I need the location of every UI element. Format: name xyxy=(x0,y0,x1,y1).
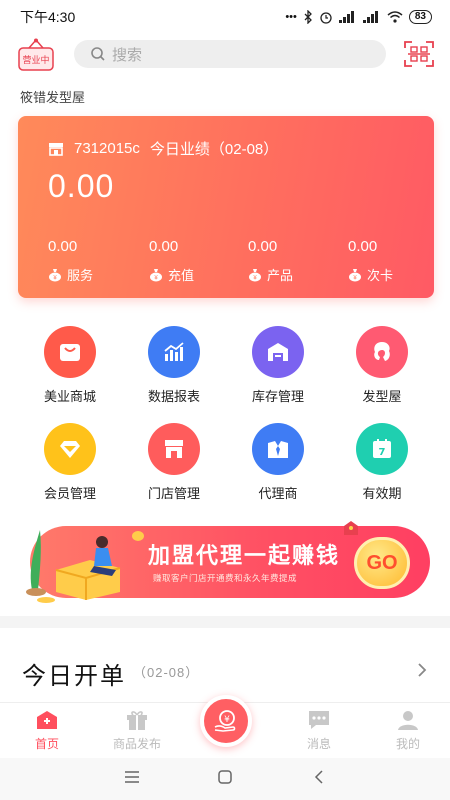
performance-total: 0.00 xyxy=(48,168,115,204)
open-sign-icon[interactable]: 营业中 xyxy=(17,38,55,74)
tab-profile[interactable]: 我的 xyxy=(373,709,443,752)
chevron-right-icon[interactable] xyxy=(414,660,430,680)
menu-label: 发型屋 xyxy=(362,389,402,404)
performance-stats: 0.00 ¥ 服务 0.00 ¥ 充值 0.00 ¥ 产品 0.00 ¥ 次卡 xyxy=(18,238,434,284)
header: 营业中 搜索 xyxy=(0,36,450,74)
system-navigation-bar xyxy=(0,758,450,800)
today-orders-date: （02-08） xyxy=(133,665,200,680)
banner-illustration xyxy=(26,530,144,603)
menu-label: 库存管理 xyxy=(251,389,304,404)
menu-label: 会员管理 xyxy=(43,486,96,501)
status-time: 下午4:30 xyxy=(20,9,76,25)
menu-label: 门店管理 xyxy=(147,486,200,501)
store-name: 筱错发型屋 xyxy=(20,90,86,105)
warehouse-icon xyxy=(252,326,304,378)
search-placeholder: 搜索 xyxy=(112,46,143,64)
tab-label: 消息 xyxy=(306,737,331,751)
battery-indicator: 83 xyxy=(408,10,432,24)
cashier-button[interactable]: ¥ xyxy=(200,695,252,747)
tab-label: 首页 xyxy=(34,737,59,751)
go-button[interactable]: GO xyxy=(354,537,410,589)
menu-stores[interactable]: 门店管理 xyxy=(122,423,226,502)
money-bag-icon: ¥ xyxy=(150,268,162,281)
menu-reports[interactable]: 数据报表 xyxy=(122,326,226,405)
banner-subtitle: 赚取客户门店开通费和永久年费提成 xyxy=(153,573,298,583)
stat-label: 产品 xyxy=(267,268,294,283)
signal-hd-icon xyxy=(362,11,378,23)
chart-icon xyxy=(148,326,200,378)
status-bar: 下午4:30 ••• 83 xyxy=(0,0,450,34)
open-sign-text: 营业中 xyxy=(22,54,49,66)
banner-title: 加盟代理一起赚钱 xyxy=(148,543,341,568)
wifi-icon xyxy=(387,11,403,23)
money-bag-icon: ¥ xyxy=(249,268,261,281)
user-icon xyxy=(398,711,418,730)
calendar-icon: 7 xyxy=(356,423,408,475)
search-icon xyxy=(91,47,105,61)
performance-header: 7312015c 今日业绩（02-08） xyxy=(48,138,278,159)
stat-label: 充值 xyxy=(168,268,195,283)
money-bag-icon: ¥ xyxy=(49,268,61,281)
agent-promo-banner[interactable]: 加盟代理一起赚钱 赚取客户门店开通费和永久年费提成 GO xyxy=(20,520,430,604)
performance-card[interactable]: 7312015c 今日业绩（02-08） 0.00 0.00 ¥ 服务 0.00 … xyxy=(18,116,434,298)
menu-label: 数据报表 xyxy=(147,389,200,404)
storefront-icon xyxy=(49,142,63,156)
menu-hairstyle[interactable]: 发型屋 xyxy=(330,326,434,405)
tab-home[interactable]: 首页 xyxy=(12,709,82,752)
menu-validity[interactable]: 7 有效期 xyxy=(330,423,434,502)
menu-agents[interactable]: 代理商 xyxy=(226,423,330,502)
menu-mall[interactable]: 美业商城 xyxy=(18,326,122,405)
stat-recharge: 0.00 ¥ 充值 xyxy=(122,238,226,284)
message-icon xyxy=(309,711,329,729)
menu-label: 代理商 xyxy=(258,486,298,501)
menu-members[interactable]: 会员管理 xyxy=(18,423,122,502)
menu-nav-icon[interactable] xyxy=(124,770,140,789)
svg-text:¥: ¥ xyxy=(224,715,230,725)
stat-label: 服务 xyxy=(67,268,94,283)
scan-qr-icon[interactable] xyxy=(404,41,434,67)
money-bag-icon: ¥ xyxy=(349,268,361,281)
performance-title: 今日业绩（02-08） xyxy=(149,141,279,158)
home-nav-icon[interactable] xyxy=(218,770,232,789)
store-id: 7312015c xyxy=(74,140,140,157)
menu-label: 美业商城 xyxy=(43,389,96,404)
diamond-icon xyxy=(44,423,96,475)
gift-icon xyxy=(127,711,147,730)
alarm-icon xyxy=(320,12,332,24)
status-icons: ••• 83 xyxy=(285,10,432,24)
stat-value: 0.00 xyxy=(248,238,278,255)
section-divider xyxy=(0,616,450,628)
tab-label: 商品发布 xyxy=(112,737,161,751)
search-input[interactable]: 搜索 xyxy=(74,40,386,68)
stat-product: 0.00 ¥ 产品 xyxy=(226,238,330,284)
stat-value: 0.00 xyxy=(348,238,378,255)
stat-value: 0.00 xyxy=(149,238,179,255)
shopping-bag-icon xyxy=(44,326,96,378)
tab-product-publish[interactable]: 商品发布 xyxy=(102,709,172,752)
home-icon xyxy=(37,711,57,729)
store-icon xyxy=(148,423,200,475)
go-label: GO xyxy=(366,551,398,574)
red-envelope-icon xyxy=(344,521,358,535)
more-dots-icon: ••• xyxy=(285,11,297,23)
bluetooth-icon xyxy=(304,10,312,24)
stat-service: 0.00 ¥ 服务 xyxy=(18,238,122,284)
tab-messages[interactable]: 消息 xyxy=(284,709,354,752)
feature-grid: 美业商城 数据报表 库存管理 发型屋 会员管理 门店管理 代理商 7 有效期 xyxy=(18,326,434,502)
svg-text:7: 7 xyxy=(379,447,386,458)
signal-icon xyxy=(338,11,354,23)
hairstyle-icon xyxy=(356,326,408,378)
tab-label: 我的 xyxy=(395,737,420,751)
stat-value: 0.00 xyxy=(48,238,78,255)
agent-icon xyxy=(252,423,304,475)
today-orders-title: 今日开单 xyxy=(22,663,126,690)
stat-card: 0.00 ¥ 次卡 xyxy=(330,238,434,284)
back-nav-icon[interactable] xyxy=(313,770,325,789)
menu-label: 有效期 xyxy=(362,486,402,501)
bottom-tab-bar: 首页 商品发布 ¥ 消息 我的 xyxy=(0,695,450,758)
hand-coin-icon: ¥ xyxy=(214,710,236,732)
stat-label: 次卡 xyxy=(367,268,394,283)
menu-inventory[interactable]: 库存管理 xyxy=(226,326,330,405)
